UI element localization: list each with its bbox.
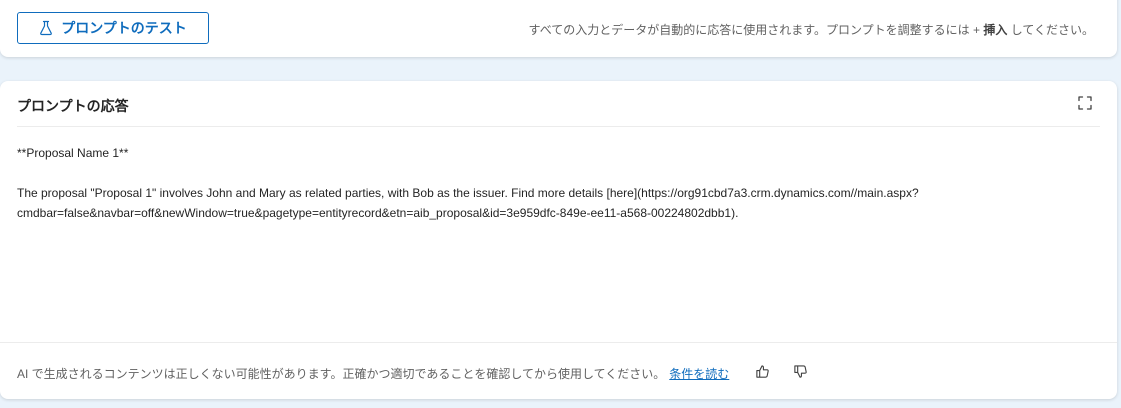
prompt-response-panel: プロンプトの応答 **Proposal Name 1** The proposa… [0, 81, 1117, 399]
header-divider [17, 126, 1100, 127]
hint-prefix: すべての入力とデータが自動的に応答に使用されます。プロンプトを調整するには + [528, 23, 984, 37]
response-footer: AI で生成されるコンテンツは正しくない可能性があります。正確かつ適切であること… [17, 362, 811, 384]
response-line-2: The proposal "Proposal 1" involves John … [17, 186, 919, 200]
response-line-3: cmdbar=false&navbar=off&newWindow=true&p… [17, 206, 739, 220]
hint-suffix: してください。 [1007, 23, 1094, 37]
response-title: プロンプトの応答 [17, 98, 129, 114]
footer-divider [0, 342, 1117, 343]
ai-disclaimer: AI で生成されるコンテンツは正しくない可能性があります。正確かつ適切であること… [17, 366, 666, 381]
thumbs-down-icon [793, 364, 808, 382]
test-prompt-bar: プロンプトのテスト すべての入力とデータが自動的に応答に使用されます。プロンプト… [0, 0, 1117, 57]
response-line-1: **Proposal Name 1** [17, 146, 129, 160]
input-hint: すべての入力とデータが自動的に応答に使用されます。プロンプトを調整するには + … [529, 21, 1094, 38]
flask-icon [39, 20, 53, 36]
test-prompt-button-label: プロンプトのテスト [61, 20, 187, 36]
response-content: **Proposal Name 1** The proposal "Propos… [17, 143, 1017, 223]
dislike-button[interactable] [789, 362, 811, 384]
thumbs-up-icon [755, 364, 770, 382]
test-prompt-button[interactable]: プロンプトのテスト [17, 12, 209, 44]
hint-insert-keyword: 挿入 [983, 23, 1008, 37]
like-button[interactable] [751, 362, 773, 384]
terms-link[interactable]: 条件を読む [669, 365, 729, 382]
expand-button[interactable] [1075, 95, 1095, 115]
expand-icon [1078, 95, 1092, 115]
